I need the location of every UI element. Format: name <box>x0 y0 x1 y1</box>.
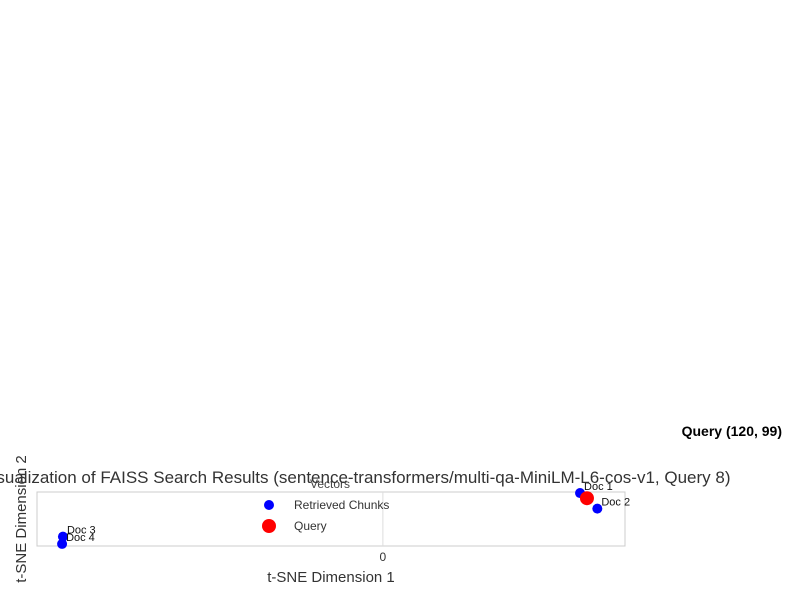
legend-marker-retrieved <box>264 500 274 510</box>
chart-title: t-SNE Visualization of FAISS Search Resu… <box>0 468 730 487</box>
query-point <box>579 491 594 506</box>
point-label: Doc 2 <box>601 497 630 509</box>
x-axis-label: t-SNE Dimension 1 <box>267 569 395 586</box>
legend-label-retrieved: Retrieved Chunks <box>294 498 389 512</box>
x-ticks: 0 <box>380 550 387 564</box>
y-axis-label: t-SNE Dimension 2 <box>13 455 30 583</box>
scatter-chart: 0 Doc 1Doc 2Doc 3Doc 4 Vectors Retrieved… <box>0 423 782 586</box>
point-label: Doc 4 <box>66 532 95 544</box>
legend-label-query: Query <box>294 519 327 533</box>
legend-marker-query <box>262 519 276 533</box>
query-annotation: Query (120, 99) <box>682 423 782 439</box>
x-tick-label: 0 <box>380 550 387 564</box>
